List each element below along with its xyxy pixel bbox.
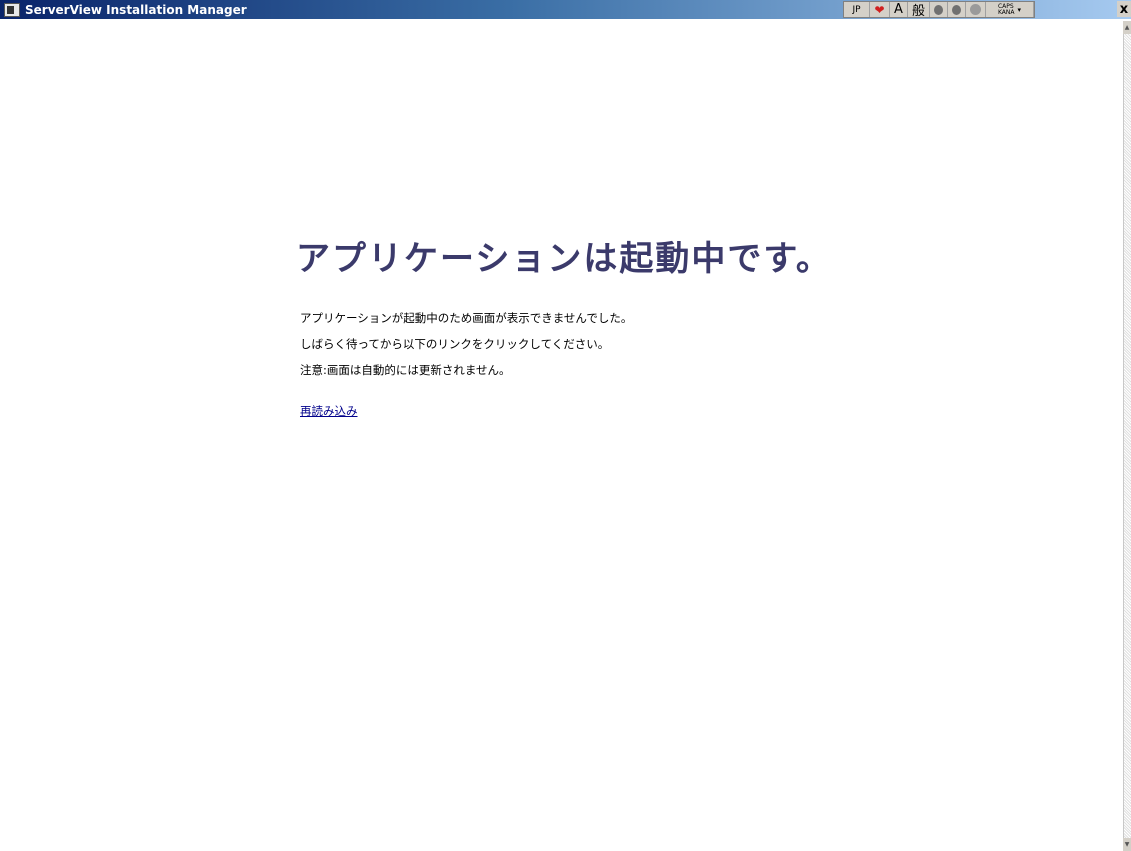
kana-label: KANA	[997, 8, 1015, 16]
ime-tool-button[interactable]	[948, 2, 966, 17]
scroll-up-button[interactable]: ▲	[1123, 21, 1131, 34]
app-icon	[4, 2, 20, 17]
vertical-scrollbar[interactable]	[1123, 34, 1131, 851]
ime-pad-button[interactable]	[930, 2, 948, 17]
caps-kana-labels: CAPS KANA	[997, 3, 1015, 16]
ime-conversion-mode-button[interactable]: 般	[908, 2, 930, 19]
ime-input-mode-button[interactable]: A	[890, 2, 908, 17]
content-frame	[10, 19, 1123, 851]
ime-pad-icon	[934, 4, 943, 15]
ime-toolbar-icon[interactable]: ❤	[870, 2, 890, 17]
window-left-edge	[0, 19, 10, 851]
status-message-2: しばらく待ってから以下のリンクをクリックしてください。	[300, 337, 610, 351]
page-heading: アプリケーションは起動中です。	[296, 239, 832, 279]
scroll-down-button[interactable]: ▼	[1123, 838, 1131, 851]
close-button[interactable]: x	[1117, 1, 1131, 17]
reload-link[interactable]: 再読み込み	[300, 403, 358, 419]
help-icon	[970, 4, 981, 15]
status-message-1: アプリケーションが起動中のため画面が表示できませんでした。	[300, 311, 633, 325]
ime-language-bar[interactable]: JP ❤ A 般 CAPS KANA ▾	[843, 1, 1035, 19]
ime-help-button[interactable]	[966, 2, 986, 17]
chevron-down-icon: ▾	[1017, 5, 1022, 14]
window-title: ServerView Installation Manager	[25, 2, 247, 17]
ime-red-icon: ❤	[874, 2, 885, 17]
ime-caps-kana-indicator[interactable]: CAPS KANA ▾	[986, 2, 1034, 17]
ime-language-button[interactable]: JP	[844, 2, 870, 17]
status-message-3: 注意:画面は自動的には更新されません。	[300, 363, 511, 377]
ime-tool-icon	[952, 4, 961, 15]
